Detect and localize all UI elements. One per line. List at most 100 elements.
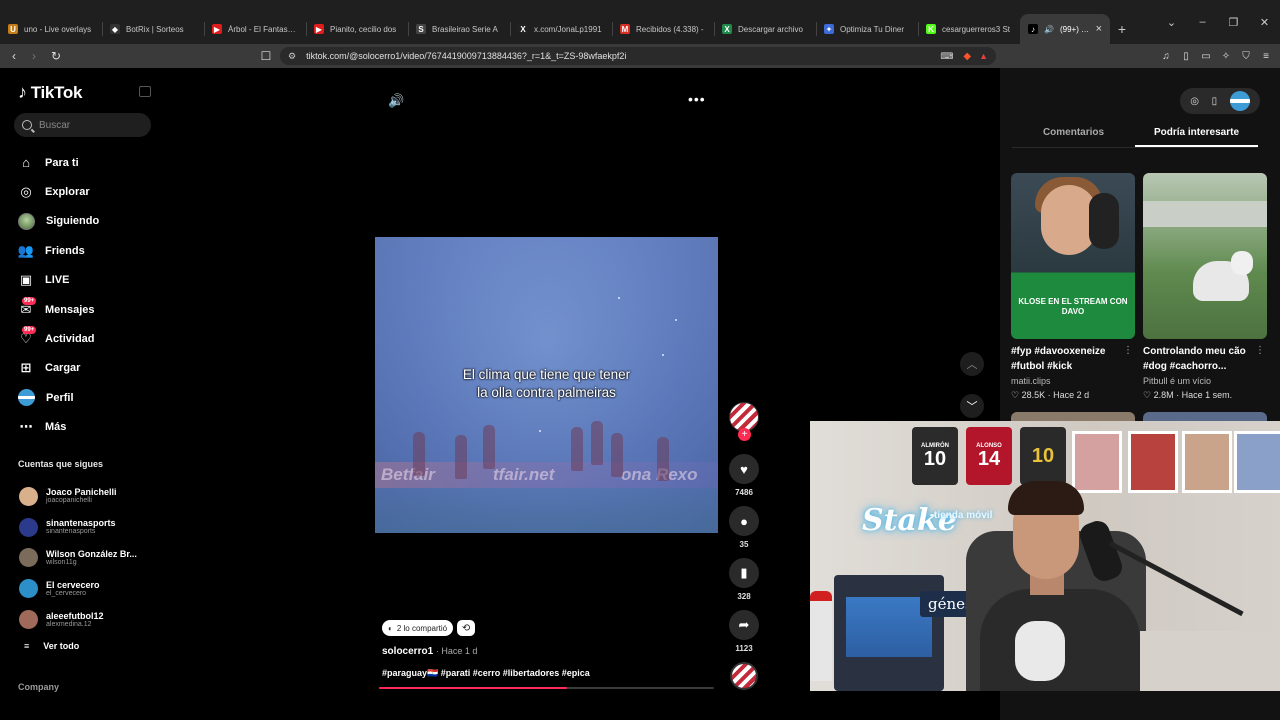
follow-plus-icon[interactable]: + [738,428,751,441]
next-video-button[interactable]: ﹀ [960,394,984,418]
browser-tab[interactable]: Uuno - Live overlays [0,14,102,44]
card-more-icon[interactable]: ⋮ [1123,345,1133,356]
browser-tab[interactable]: S Brasileirao Serie A [408,14,510,44]
browser-tab[interactable]: Kcesarguerreros3 St [918,14,1020,44]
browser-tab[interactable]: Xx.com/JonaLp1991 [510,14,612,44]
followed-account[interactable]: El cervecero el_cervecero [19,573,137,604]
sidebar-toggle-icon[interactable]: ▯ [1178,47,1194,65]
company-link[interactable]: Company [18,682,59,692]
comment-icon[interactable]: ● [729,506,759,536]
maximize-button[interactable]: ❐ [1218,16,1249,29]
get-coins-icon[interactable]: ◎ [1190,96,1199,107]
rewards-icon[interactable]: ▲ [979,51,988,61]
post-hashtags[interactable]: #paraguay🇵🇾 #parati #cerro #libertadores… [382,668,590,679]
close-tab-icon[interactable]: × [1096,23,1102,35]
tab-search-icon[interactable]: ⌄ [1156,16,1187,29]
sidebar-item-actividad[interactable]: ♡ 99+ Actividad [18,324,99,353]
share-action[interactable]: ➦ 1123 [728,610,760,653]
brave-shield-icon[interactable]: ◆ [963,51,971,62]
volume-icon[interactable]: 🔊 [388,93,404,109]
suggested-video-card[interactable]: Controlando meu cão #dog #cachorro... ⋮ … [1143,173,1267,402]
vpn-icon[interactable]: ⛉ [1238,47,1254,65]
previous-video-button[interactable]: ︿ [960,352,984,376]
user-avatar[interactable] [1229,91,1250,111]
video-thumbnail[interactable]: KLOSE EN EL STREAM CON DAVO [1011,173,1135,339]
sidebar-item-para-ti[interactable]: ⌂ Para ti [18,148,99,177]
sidebar: ♪ TikTok Buscar ⌂ Para ti ◎ Explorar Siguien… [0,68,165,720]
tab-comments[interactable]: Comentarios [1012,122,1135,147]
browser-tab[interactable]: ✦ Optimiza Tu Diner [816,14,918,44]
site-info-icon[interactable]: ⚙ [288,51,296,62]
jersey-number: 14 [977,448,1001,470]
active-tab-title: (99+) #para [1059,24,1090,34]
followed-account[interactable]: Wilson González Br... wilson11g [19,543,137,574]
top-actions: ◎ ▯ [1180,88,1260,114]
account-avatar [19,517,38,537]
sidebar-item-label: Siguiendo [46,215,100,228]
bookmark-icon[interactable]: ☐ [256,46,276,66]
repost-icon[interactable]: ⟲ [457,620,476,636]
sidebar-item-live[interactable]: ▣ LIVE [18,266,99,295]
sidebar-item-m-s[interactable]: ⋯ Más [18,413,99,442]
video-progress-bar[interactable] [379,687,714,689]
video-thumbnail[interactable] [1143,173,1267,339]
sidebar-item-label: Friends [45,244,85,257]
save-action[interactable]: ▮ 328 [728,558,760,601]
sidebar-item-cargar[interactable]: ⊞ Cargar [18,354,99,383]
notification-badge: 99+ [22,296,37,305]
tiktok-logo[interactable]: ♪ TikTok [18,82,82,103]
comment-action[interactable]: ● 35 [728,506,760,549]
new-tab-button[interactable]: + [1110,14,1134,44]
browser-tab[interactable]: X Descargar archivo [714,14,816,44]
share-icon[interactable]: ➦ [729,610,759,640]
browser-tab[interactable]: ▶ Pianito, cecilio dos [306,14,408,44]
browser-tab[interactable]: M Recibidos (4.338) - [612,14,714,44]
suggested-video-card[interactable]: KLOSE EN EL STREAM CON DAVO #fyp #davoox… [1011,173,1135,402]
tab-title: Árbol - El Fantasma [228,24,298,34]
followed-account[interactable]: Joaco Panichelli joacopanichelli [19,481,137,512]
card-user[interactable]: Pitbull é um vício [1143,374,1267,388]
see-all-button[interactable]: ≡ Ver todo [24,641,79,651]
back-button[interactable]: ‹ [4,46,24,66]
address-bar[interactable]: ⚙ tiktok.com/@solocerro1/video/767441900… [280,47,996,65]
shared-pill[interactable]: ◐ 2 lo compartió [382,620,454,636]
forward-button[interactable]: › [24,46,44,66]
menu-icon[interactable]: ≡ [1258,47,1274,65]
sidebar-item-mensajes[interactable]: ✉ 99+ Mensajes [18,295,99,324]
browser-tab[interactable]: ▶ Árbol - El Fantasma [204,14,306,44]
collapse-sidebar-icon[interactable] [139,86,151,97]
sidebar-item-friends[interactable]: 👥 Friends [18,236,99,265]
followed-account[interactable]: sinantenasports sinantenasports [19,512,137,543]
sidebar-item-perfil[interactable]: Perfil [18,383,99,412]
reload-button[interactable]: ↻ [46,46,66,66]
bookmark-icon[interactable]: ▮ [729,558,759,588]
music-disc-icon[interactable] [730,662,758,690]
search-input[interactable]: Buscar [14,113,151,137]
card-stats: ♡ 2.8M · Hace 1 sem. [1143,390,1233,400]
wallet-icon[interactable]: ▭ [1198,47,1214,65]
media-icon[interactable]: ♫ [1158,47,1174,65]
followed-account[interactable]: aleeefutbol12 alexmedina.12 [19,604,137,635]
card-user[interactable]: matii.clips [1011,374,1135,388]
sidebar-item-siguiendo[interactable]: Siguiendo [18,207,99,236]
headphones-shape [1089,193,1119,249]
account-avatar [19,548,38,568]
translate-icon[interactable]: ⌨ [940,51,953,62]
browser-tab-strip: Uuno - Live overlays ◆ BotRix | Sorteos ▶ Ár… [0,0,1280,44]
like-action[interactable]: ♥ 7486 [728,454,760,497]
device-icon[interactable]: ▯ [1212,96,1218,107]
active-tab[interactable]: ♪ 🔊 (99+) #para × [1020,14,1110,44]
account-avatar [19,610,38,630]
video-player[interactable]: Betfair tfair.net ona Rexo El clima que … [375,237,718,533]
card-stats: ♡ 28.5K · Hace 2 d [1011,390,1090,400]
author-handle[interactable]: solocerro1 [382,646,433,657]
more-options-icon[interactable]: ••• [688,91,706,107]
sidebar-item-explorar[interactable]: ◎ Explorar [18,177,99,206]
tab-suggested[interactable]: Podría interesarte [1135,122,1258,147]
leo-ai-icon[interactable]: ✧ [1218,47,1234,65]
minimize-button[interactable]: – [1187,16,1218,28]
close-window-button[interactable]: ✕ [1249,16,1280,29]
browser-tab[interactable]: ◆ BotRix | Sorteos [102,14,204,44]
heart-icon[interactable]: ♥ [729,454,759,484]
card-more-icon[interactable]: ⋮ [1255,345,1265,356]
